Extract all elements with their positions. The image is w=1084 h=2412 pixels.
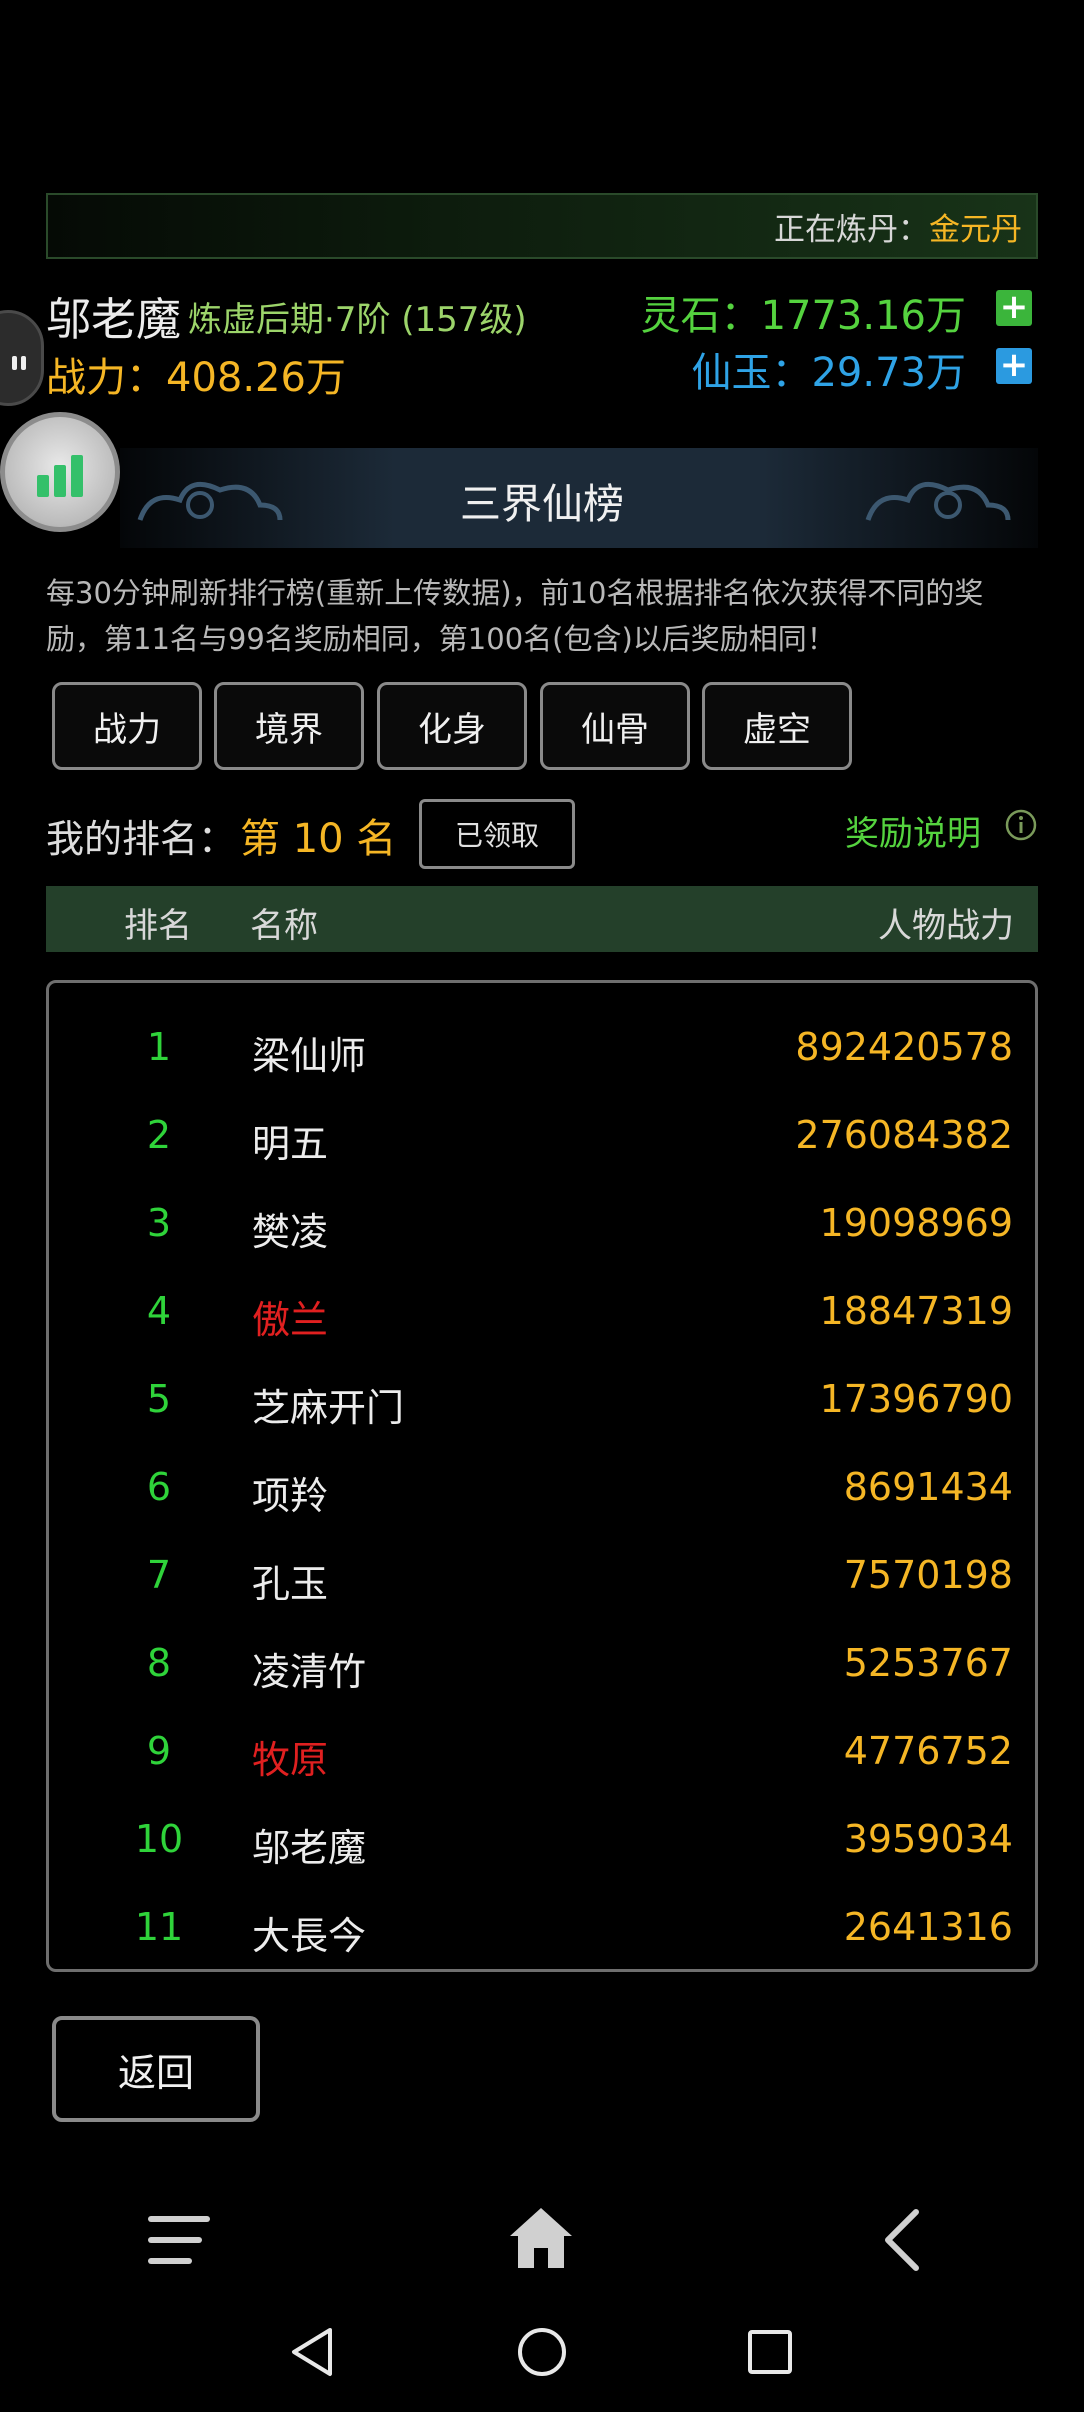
alchemy-status-bar: 正在炼丹： 金元丹 (46, 193, 1038, 259)
home-icon[interactable] (508, 2206, 574, 2270)
table-row[interactable]: 4 傲兰 18847319 (49, 1289, 1035, 1349)
table-row[interactable]: 6 项羚 8691434 (49, 1465, 1035, 1525)
back-chevron-icon[interactable] (880, 2208, 924, 2272)
home-circle-icon[interactable] (516, 2326, 568, 2378)
alchemy-label: 正在炼丹： (774, 211, 929, 248)
table-row[interactable]: 8 凌清竹 5253767 (49, 1641, 1035, 1701)
name-cell: 明五 (252, 1122, 329, 1166)
my-rank-value: 第 10 名 (240, 816, 397, 862)
rank-cell: 4 (146, 1289, 172, 1333)
tab-void[interactable]: 虚空 (702, 682, 852, 770)
rank-cell: 8 (146, 1641, 172, 1685)
recents-square-icon[interactable] (746, 2328, 794, 2376)
name-cell: 孔玉 (252, 1562, 329, 1606)
name-cell: 樊凌 (252, 1210, 329, 1254)
add-immortal-jade-button[interactable]: + (996, 348, 1032, 384)
back-triangle-icon[interactable] (288, 2326, 336, 2378)
power-cell: 19098969 (819, 1201, 1013, 1245)
player-power: 战力：408.26万 (46, 355, 346, 401)
tab-realm[interactable]: 境界 (214, 682, 364, 770)
power-cell: 2641316 (843, 1905, 1013, 1949)
power-cell: 892420578 (795, 1025, 1013, 1069)
tab-immortal-bone[interactable]: 仙骨 (540, 682, 690, 770)
column-header-power: 人物战力 (878, 906, 1014, 946)
name-cell: 梁仙师 (252, 1034, 367, 1078)
rank-cell: 1 (146, 1025, 172, 1069)
player-name: 邬老魔 (46, 293, 182, 346)
rank-cell: 3 (146, 1201, 172, 1245)
name-cell: 牧原 (252, 1738, 329, 1782)
floating-stats-button[interactable] (0, 412, 120, 532)
reward-info-link[interactable]: 奖励说明 (845, 806, 981, 855)
bar-chart-icon (37, 455, 83, 497)
claimed-button[interactable]: 已领取 (419, 799, 575, 869)
rank-cell: 11 (134, 1905, 184, 1949)
power-cell: 4776752 (843, 1729, 1013, 1773)
rank-cell: 10 (134, 1817, 184, 1861)
rank-cell: 6 (146, 1465, 172, 1509)
table-row[interactable]: 1 梁仙师 892420578 (49, 1025, 1035, 1085)
name-cell: 傲兰 (252, 1298, 329, 1342)
power-cell: 5253767 (843, 1641, 1013, 1685)
column-header-rank: 排名 (124, 906, 192, 946)
name-cell: 项羚 (252, 1474, 329, 1518)
power-cell: 18847319 (819, 1289, 1013, 1333)
power-cell: 17396790 (819, 1377, 1013, 1421)
table-row[interactable]: 10 邬老魔 3959034 (49, 1817, 1035, 1877)
name-cell: 大長今 (252, 1914, 367, 1958)
rank-cell: 2 (146, 1113, 172, 1157)
power-cell: 8691434 (843, 1465, 1013, 1509)
tab-avatar[interactable]: 化身 (377, 682, 527, 770)
power-cell: 276084382 (795, 1113, 1013, 1157)
info-icon[interactable] (1004, 808, 1038, 842)
table-row[interactable]: 7 孔玉 7570198 (49, 1553, 1035, 1613)
my-rank-label: 我的排名： (46, 817, 237, 861)
spirit-stone-balance: 灵石：1773.16万 (640, 293, 966, 339)
rank-cell: 7 (146, 1553, 172, 1597)
name-cell: 凌清竹 (252, 1650, 367, 1694)
ranking-table: 1 梁仙师 892420578 2 明五 276084382 3 樊凌 1909… (46, 980, 1038, 1972)
table-row[interactable]: 2 明五 276084382 (49, 1113, 1035, 1173)
name-cell: 邬老魔 (252, 1826, 367, 1870)
power-cell: 7570198 (843, 1553, 1013, 1597)
name-cell: 芝麻开门 (252, 1386, 405, 1430)
floating-assist-toggle[interactable] (0, 310, 44, 406)
back-button[interactable]: 返回 (52, 2016, 260, 2122)
tab-power[interactable]: 战力 (52, 682, 202, 770)
rank-cell: 5 (146, 1377, 172, 1421)
table-row[interactable]: 9 牧原 4776752 (49, 1729, 1035, 1789)
table-row[interactable]: 11 大長今 2641316 (49, 1905, 1035, 1965)
menu-icon[interactable] (146, 2212, 212, 2268)
add-spirit-stone-button[interactable]: + (996, 290, 1032, 326)
column-header-name: 名称 (250, 906, 318, 946)
alchemy-pill-name: 金元丹 (929, 211, 1022, 248)
table-row[interactable]: 3 樊凌 19098969 (49, 1201, 1035, 1261)
ranking-notice: 每30分钟刷新排行榜(重新上传数据)，前10名根据排名依次获得不同的奖励，第11… (46, 576, 984, 656)
ranking-title: 三界仙榜 (460, 480, 624, 528)
table-row[interactable]: 5 芝麻开门 17396790 (49, 1377, 1035, 1437)
pause-icon (12, 356, 26, 370)
immortal-jade-balance: 仙玉：29.73万 (691, 350, 966, 396)
rank-cell: 9 (146, 1729, 172, 1773)
player-realm: 炼虚后期·7阶 (157级) (188, 300, 527, 340)
ranking-table-header: 排名 名称 人物战力 (46, 886, 1038, 952)
power-cell: 3959034 (843, 1817, 1013, 1861)
